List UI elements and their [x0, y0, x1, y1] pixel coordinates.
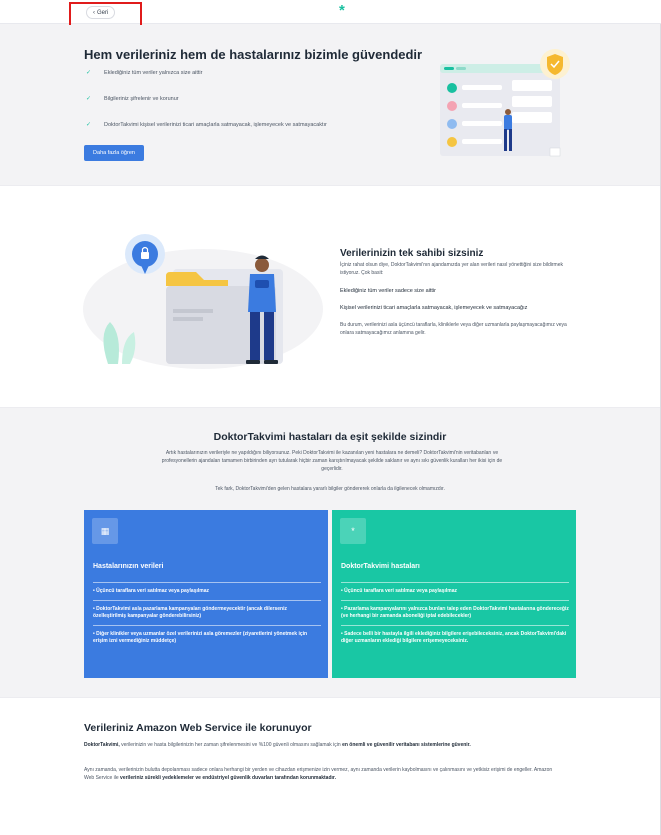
- building-icon: ▦: [92, 518, 118, 544]
- logo-icon[interactable]: *: [339, 3, 345, 18]
- patients-intro: Artık hastalarınızın verileriyle ne yapı…: [161, 450, 503, 472]
- ownership-title: Verilerinizin tek sahibi sizsiniz: [340, 248, 484, 259]
- data-owner-illustration: [83, 234, 323, 369]
- list-item: • DoktorTakvimi asla pazarlama kampanyal…: [93, 599, 321, 625]
- list-item-label: Bilgileriniz şifrelenir ve korunur: [104, 96, 179, 102]
- ownership-point-2: Kişisel verilerinizi ticari amaçlarla sa…: [340, 305, 528, 311]
- list-item: • Üçüncü taraflara veri satılmaz veya pa…: [93, 582, 321, 600]
- aws-title: Verileriniz Amazon Web Service ile korun…: [84, 722, 312, 734]
- list-item-label: Eklediğiniz tüm veriler yalnızca size ai…: [104, 70, 203, 76]
- check-icon: ✓: [86, 122, 92, 128]
- aws-paragraph-1: DoktorTakvimi, verilerinizin ve hasta bi…: [84, 741, 554, 749]
- list-item-label: DoktorTakvimi kişisel verilerinizi ticar…: [104, 122, 327, 128]
- list-item: • Diğer klinikler veya uzmanlar özel ver…: [93, 624, 321, 650]
- security-illustration: [440, 49, 570, 157]
- aws-bold-text: verileriniz sürekli yedeklemeler ve endü…: [120, 775, 336, 781]
- check-icon: ✓: [86, 70, 92, 76]
- card-list: • Üçüncü taraflara veri satılmaz veya pa…: [341, 582, 569, 650]
- hero-title: Hem verileriniz hem de hastalarınız bizi…: [84, 47, 423, 62]
- ownership-intro: İçiniz rahat olsun diye, DoktorTakvimi'n…: [340, 262, 563, 276]
- ownership-section: Verilerinizin tek sahibi sizsiniz İçiniz…: [0, 185, 660, 407]
- ownership-point-2-detail: Bu durum, verilerinizi asla üçüncü taraf…: [340, 322, 567, 336]
- ownership-point-1: Eklediğiniz tüm veriler sadece size aitt…: [340, 288, 436, 294]
- list-item: ✓ Eklediğiniz tüm veriler yalnızca size a…: [86, 70, 327, 96]
- patients-section: DoktorTakvimi hastaları da eşit şekilde …: [0, 407, 660, 697]
- aws-text: verilerinizin ve hasta bilgilerinizin he…: [119, 742, 343, 748]
- hero-check-list: ✓ Eklediğiniz tüm veriler yalnızca size a…: [86, 70, 327, 148]
- page: ‹ Geri * Hem verileriniz hem de hastalar…: [0, 0, 661, 835]
- patients-note: Tek fark, DoktorTakvimi'den gelen hastal…: [215, 486, 445, 492]
- list-item: • Pazarlama kampanyalarını yalnızca bunl…: [341, 599, 569, 625]
- card-title: DoktorTakvimi hastaları: [341, 563, 420, 570]
- your-patients-card: ▦ Hastalarınızın verileri • Üçüncü taraf…: [84, 510, 328, 678]
- asterisk-icon: *: [340, 518, 366, 544]
- aws-bold-text: en önemli ve güvenilir veritabanı sistem…: [342, 742, 471, 748]
- aws-section: Verileriniz Amazon Web Service ile korun…: [0, 697, 660, 835]
- learn-more-button[interactable]: Daha fazla öğren: [84, 145, 144, 161]
- aws-paragraph-2: Aynı zamanda, verilerinizin bulutta depo…: [84, 766, 554, 782]
- patients-title: DoktorTakvimi hastaları da eşit şekilde …: [213, 431, 447, 443]
- check-icon: ✓: [86, 96, 92, 102]
- list-item: ✓ Bilgileriniz şifrelenir ve korunur: [86, 96, 327, 122]
- list-item: • Üçüncü taraflara veri satılmaz veya pa…: [341, 582, 569, 600]
- aws-bold-text: DoktorTakvimi,: [84, 742, 120, 748]
- list-item: • Sadece belli bir hastayla ilgili ekled…: [341, 624, 569, 650]
- card-list: • Üçüncü taraflara veri satılmaz veya pa…: [93, 582, 321, 650]
- doktortakvimi-patients-card: * DoktorTakvimi hastaları • Üçüncü taraf…: [332, 510, 576, 678]
- card-title: Hastalarınızın verileri: [93, 563, 164, 570]
